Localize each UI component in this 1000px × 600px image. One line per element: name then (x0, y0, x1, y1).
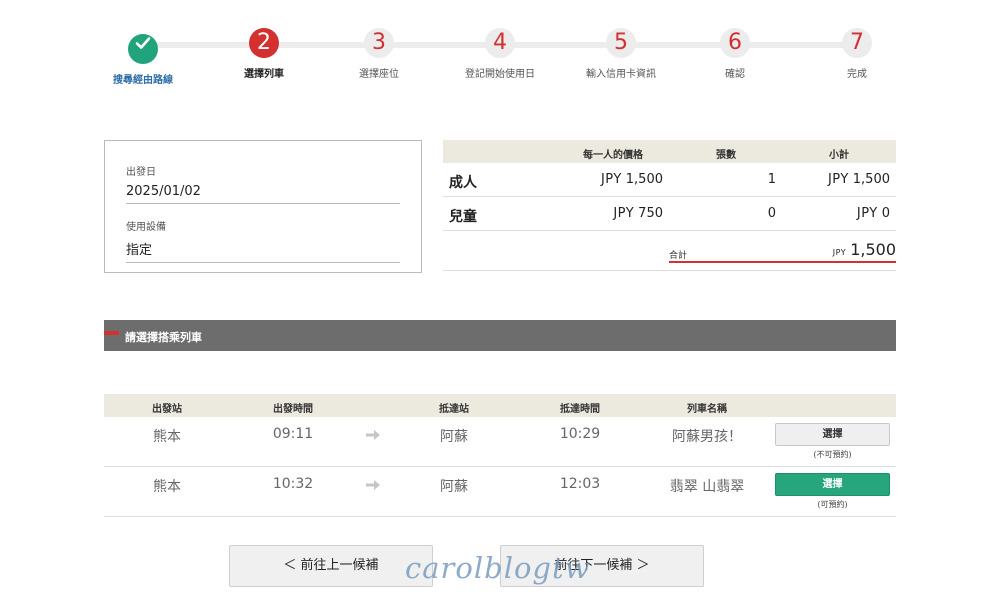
ticket-count: 0 (767, 206, 776, 221)
currency-label: JPY (832, 248, 847, 257)
step-number: 3 (364, 28, 394, 58)
arrive-time: 12:03 (559, 476, 601, 492)
step-1: 搜尋經由路線 (73, 28, 213, 86)
departure-date-label: 出發日 (126, 167, 156, 178)
arrow-right-icon (366, 480, 380, 490)
currency-label: JPY (613, 206, 635, 221)
from-header: 出發站 (152, 404, 182, 415)
currency-label: JPY (600, 172, 622, 187)
price-table: 每一人的價格 張數 小計 成人 JPY 1,500 1 JPY 1,500 兒童 J… (443, 140, 896, 271)
table-row: 熊本 10:32 阿蘇 12:03 翡翠 山翡翠 選擇 (可預約) (104, 467, 896, 517)
price-value: 1,500 (852, 172, 890, 187)
step-4: 4 登記開始使用日 (430, 28, 570, 80)
total-label: 合計 (669, 251, 688, 261)
section-header: 請選擇搭乘列車 (104, 320, 896, 351)
subtotal-price: JPY 0 (857, 206, 890, 221)
step-7: 7 完成 (787, 28, 927, 80)
per-person-header: 每一人的價格 (583, 150, 643, 161)
section-title: 請選擇搭乘列車 (125, 331, 202, 344)
step-number: 7 (842, 28, 872, 58)
step-label: 確認 (725, 69, 745, 80)
to-station: 阿蘇 (440, 479, 468, 495)
arrow-right-icon (366, 430, 380, 440)
count-header: 張數 (716, 150, 736, 161)
price-row-adult: 成人 JPY 1,500 1 JPY 1,500 (443, 163, 896, 197)
step-number: 5 (606, 28, 636, 58)
trip-info-box: 出發日 2025/01/02 使用設備 指定 (104, 140, 422, 273)
name-header: 列車名稱 (687, 404, 727, 415)
ticket-type: 兒童 (449, 209, 477, 225)
train-name: 翡翠 山翡翠 (669, 479, 745, 495)
ticket-type: 成人 (449, 175, 477, 191)
progress-stepper: 搜尋經由路線 2 選擇列車 3 選擇座位 4 登記開始使用日 5 輸入信用卡資訊… (0, 0, 1000, 100)
step-number: 4 (485, 28, 515, 58)
depart-time: 10:32 (272, 476, 314, 492)
subtotal-header: 小計 (829, 150, 849, 161)
depart-header: 出發時間 (273, 404, 313, 415)
departure-date-value: 2025/01/02 (126, 178, 400, 204)
step-number: 6 (720, 28, 750, 58)
per-person-price: JPY 750 (613, 206, 663, 221)
table-row: 熊本 09:11 阿蘇 10:29 阿蘇男孩！ 選擇 (不可預約) (104, 417, 896, 467)
price-value: 750 (638, 206, 663, 221)
currency-label: JPY (827, 172, 849, 187)
total-box: 合計 JPY 1,500 (669, 240, 896, 263)
step-label: 登記開始使用日 (465, 69, 535, 80)
depart-time: 09:11 (272, 426, 314, 442)
total-value: JPY 1,500 (833, 240, 896, 259)
to-header: 抵達站 (439, 404, 469, 415)
total-row: 合計 JPY 1,500 (443, 231, 896, 271)
step-6: 6 確認 (665, 28, 805, 80)
to-station: 阿蘇 (440, 429, 468, 445)
price-value: 1,500 (625, 172, 663, 187)
step-label: 完成 (847, 69, 867, 80)
previous-candidate-button[interactable]: ＜ 前往上一候補 (229, 545, 433, 587)
price-row-child: 兒童 JPY 750 0 JPY 0 (443, 197, 896, 231)
facility-value: 指定 (126, 233, 400, 263)
price-table-header: 每一人的價格 張數 小計 (443, 140, 896, 163)
watermark: carolblogtw (405, 551, 591, 585)
subtotal-price: JPY 1,500 (828, 172, 890, 187)
availability-note: (不可預約) (813, 450, 852, 459)
availability-note: (可預約) (817, 500, 848, 509)
step-3: 3 選擇座位 (309, 28, 449, 80)
ticket-count: 1 (767, 172, 776, 187)
train-name: 阿蘇男孩！ (672, 429, 742, 445)
currency-label: JPY (856, 206, 878, 221)
total-amount: 1,500 (850, 240, 896, 259)
select-train-button[interactable]: 選擇 (775, 423, 890, 446)
arrive-header: 抵達時間 (560, 404, 600, 415)
step-number: 2 (249, 28, 279, 58)
train-table-header: 出發站 出發時間 抵達站 抵達時間 列車名稱 (104, 394, 896, 417)
from-station: 熊本 (153, 429, 181, 445)
step-label: 選擇座位 (359, 69, 399, 80)
facility-label: 使用設備 (126, 222, 166, 233)
step-label: 搜尋經由路線 (113, 75, 173, 86)
section-accent-mark (104, 331, 119, 335)
arrive-time: 10:29 (559, 426, 601, 442)
train-table: 出發站 出發時間 抵達站 抵達時間 列車名稱 熊本 09:11 阿蘇 10:29… (104, 394, 896, 517)
from-station: 熊本 (153, 479, 181, 495)
check-icon (128, 34, 158, 64)
select-train-button[interactable]: 選擇 (775, 473, 890, 496)
price-value: 0 (881, 206, 890, 221)
per-person-price: JPY 1,500 (601, 172, 663, 187)
